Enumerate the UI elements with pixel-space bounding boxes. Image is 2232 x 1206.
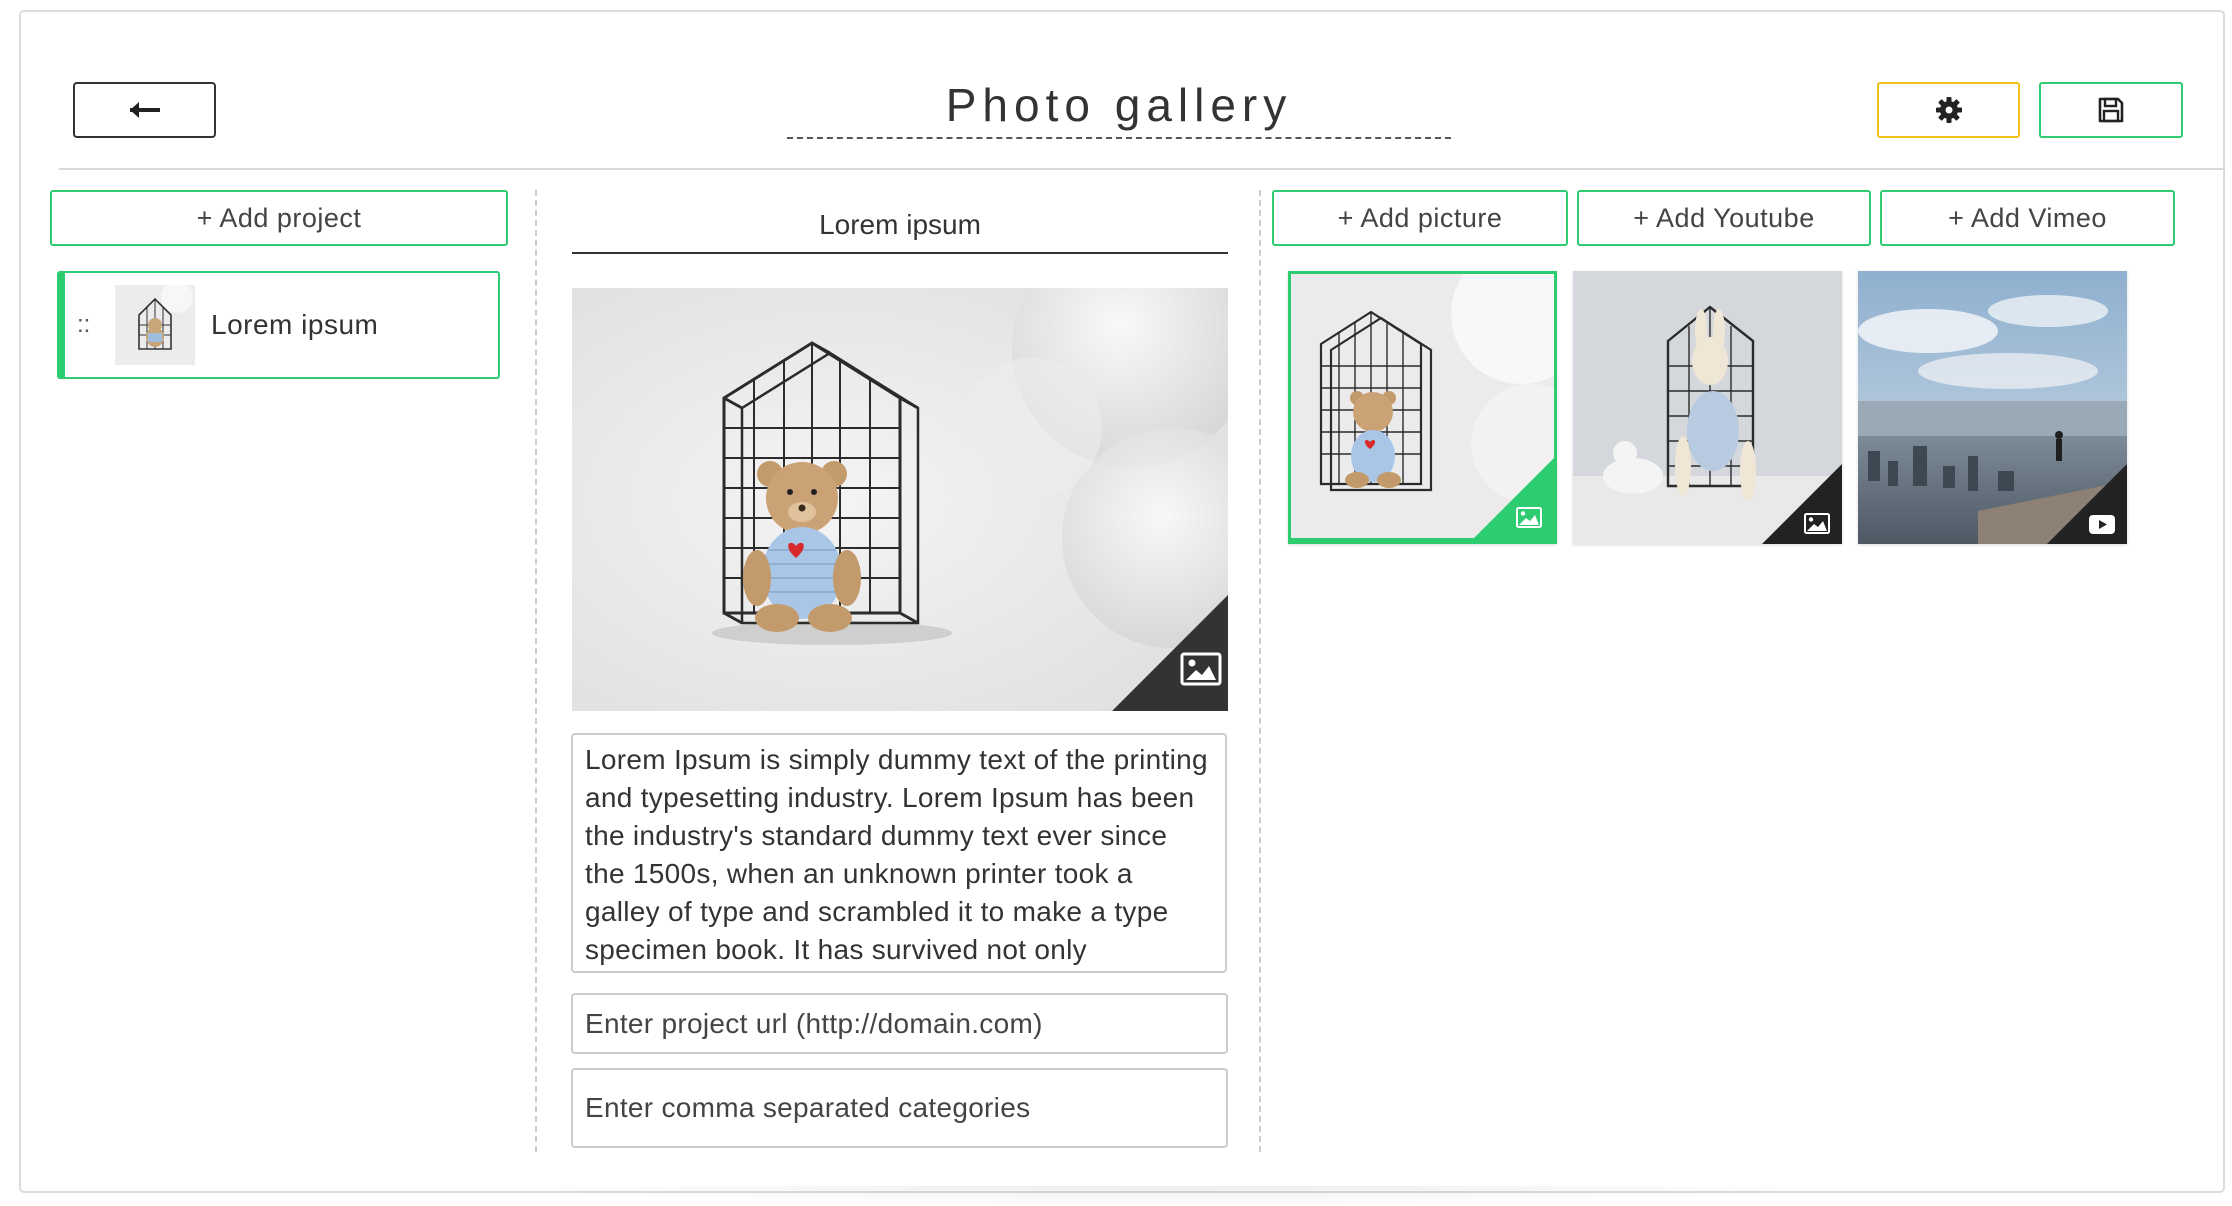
media-type-badge <box>2047 464 2127 544</box>
column-divider-right <box>1259 190 1261 1152</box>
floppy-disk-icon <box>2098 97 2124 123</box>
drag-handle[interactable]: :: <box>77 311 107 339</box>
image-icon <box>1804 513 1830 534</box>
save-button[interactable] <box>2039 82 2183 138</box>
project-title[interactable]: Lorem ipsum <box>572 196 1228 254</box>
add-picture-button[interactable]: + Add picture <box>1272 190 1568 246</box>
image-icon <box>1516 507 1542 528</box>
media-tile-1[interactable] <box>1288 271 1557 544</box>
description-textarea[interactable]: Lorem Ipsum is simply dummy text of the … <box>571 733 1227 973</box>
page-title[interactable]: Photo gallery <box>787 72 1451 139</box>
add-youtube-button[interactable]: + Add Youtube <box>1577 190 1871 246</box>
project-thumbnail <box>115 285 195 365</box>
add-vimeo-button[interactable]: + Add Vimeo <box>1880 190 2175 246</box>
project-url-input[interactable] <box>571 993 1228 1054</box>
main-preview-image[interactable] <box>572 288 1228 711</box>
column-divider-left <box>535 190 537 1152</box>
arrow-left-icon <box>129 102 160 118</box>
header-divider <box>59 168 2225 170</box>
add-project-button[interactable]: + Add project <box>50 190 508 246</box>
media-tile-3[interactable] <box>1858 271 2127 544</box>
gear-icon <box>1935 97 1962 123</box>
media-tile-2[interactable] <box>1573 271 1842 544</box>
project-name: Lorem ipsum <box>211 309 379 340</box>
back-button[interactable] <box>73 82 216 138</box>
play-video-icon <box>2089 515 2115 534</box>
media-type-badge <box>1762 464 1842 544</box>
categories-input[interactable] <box>571 1068 1228 1148</box>
project-list-item[interactable]: :: Lorem ipsum <box>57 271 500 379</box>
settings-button[interactable] <box>1877 82 2020 138</box>
media-type-badge <box>1474 458 1554 538</box>
frame-shadow <box>450 1186 1890 1206</box>
